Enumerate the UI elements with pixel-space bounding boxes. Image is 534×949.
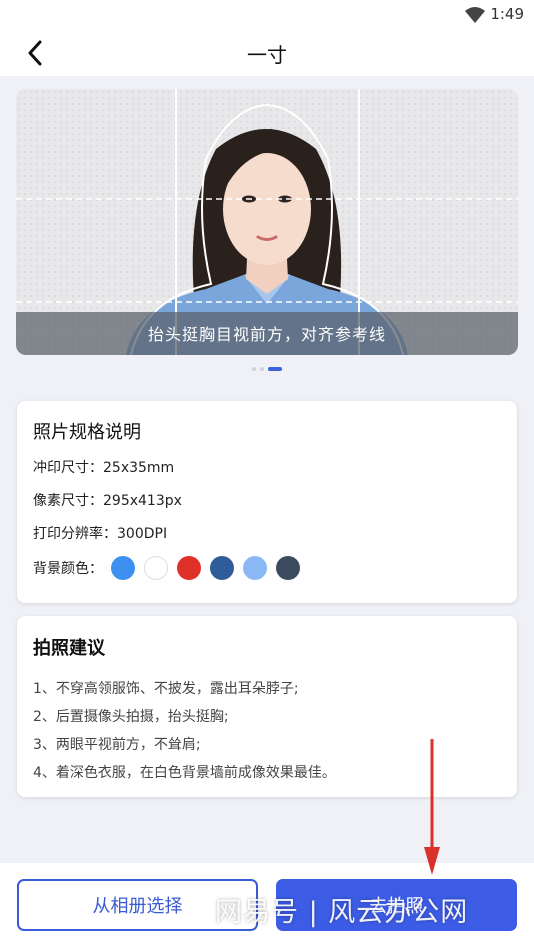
bg-color-label: 背景颜色： <box>33 561 103 577</box>
tips-card-title: 拍照建议 <box>33 638 105 659</box>
status-time: 1:49 <box>490 5 524 23</box>
spec-card-title: 照片规格说明 <box>33 422 141 443</box>
bg-color-swatch-white[interactable] <box>144 556 168 580</box>
watermark-text: 网易号 | 风云办公网 <box>215 897 469 928</box>
status-bar: 1:49 <box>0 0 534 30</box>
resolution-text: 打印分辨率：300DPI <box>33 526 168 542</box>
bg-color-swatch-light-blue[interactable] <box>243 556 267 580</box>
tip-item: 1、不穿高领服饰、不披发，露出耳朵脖子; <box>33 681 299 697</box>
pixel-size-text: 像素尺寸：295x413px <box>33 493 182 509</box>
bg-color-swatch-dark-blue[interactable] <box>210 556 234 580</box>
bg-color-swatch-red[interactable] <box>177 556 201 580</box>
carousel-dot-active <box>268 367 282 371</box>
banner-caption: 抬头挺胸目视前方，对齐参考线 <box>147 325 386 344</box>
wifi-signal-icon <box>465 7 485 23</box>
tip-item: 3、两眼平视前方，不耸肩; <box>33 737 201 753</box>
print-size-text: 冲印尺寸：25x35mm <box>33 460 175 476</box>
annotation-arrow-icon <box>424 739 440 875</box>
carousel-dot <box>260 367 264 371</box>
bg-color-swatch-blue[interactable] <box>111 556 135 580</box>
page-title: 一寸 <box>247 43 287 67</box>
carousel-indicator <box>0 367 534 371</box>
photo-spec-card: 照片规格说明 冲印尺寸：25x35mm 像素尺寸：295x413px 打印分辨率… <box>17 401 517 603</box>
tip-item: 4、着深色衣服，在白色背景墙前成像效果最佳。 <box>33 765 336 781</box>
nav-bar: 一寸 <box>0 30 534 76</box>
tip-item: 2、后置摄像头拍摄，抬头挺胸; <box>33 709 229 725</box>
sample-photo-banner[interactable]: 抬头挺胸目视前方，对齐参考线 <box>16 89 518 355</box>
bg-color-swatch-slate[interactable] <box>276 556 300 580</box>
banner-caption-bar: 抬头挺胸目视前方，对齐参考线 <box>16 312 518 355</box>
carousel-dot <box>252 367 256 371</box>
bg-color-row: 背景颜色： <box>33 556 309 580</box>
